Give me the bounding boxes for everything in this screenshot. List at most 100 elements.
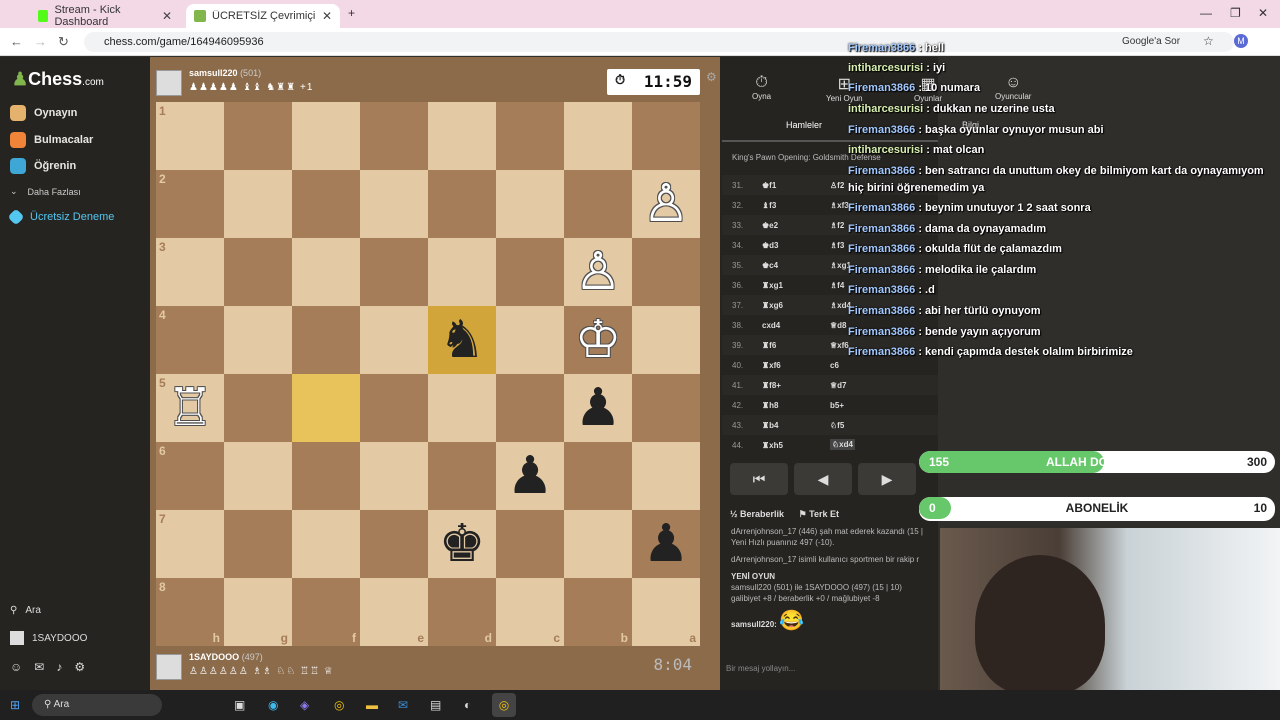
board-square[interactable] (496, 102, 564, 170)
board-square[interactable]: b (564, 578, 632, 646)
board-square[interactable]: ♔ (564, 306, 632, 374)
black-move[interactable]: ♘f5 (830, 421, 844, 430)
board-square[interactable]: ♟ (496, 442, 564, 510)
board-square[interactable]: 7 (156, 510, 224, 578)
board-square[interactable] (632, 238, 700, 306)
board-square[interactable] (632, 306, 700, 374)
tab-play[interactable]: ⏱ Oyna (752, 74, 771, 101)
board-square[interactable] (496, 510, 564, 578)
board-square[interactable] (564, 442, 632, 510)
white-move[interactable]: ♚e2 (762, 221, 778, 230)
black-move[interactable]: b5+ (830, 401, 844, 410)
board-square[interactable] (292, 374, 360, 442)
board-square[interactable] (292, 238, 360, 306)
board-square[interactable]: c (496, 578, 564, 646)
white-king[interactable]: ♔ (564, 306, 632, 374)
board-square[interactable]: ♞ (428, 306, 496, 374)
white-move[interactable]: ♜f8+ (762, 381, 781, 390)
draw-button[interactable]: ½ Beraberlik (730, 509, 784, 519)
chrome-icon[interactable]: ◎ (334, 698, 344, 712)
board-square[interactable] (496, 170, 564, 238)
edge-icon[interactable]: ◉ (268, 698, 278, 712)
mail-icon[interactable]: ✉ (398, 698, 408, 712)
board-square[interactable] (564, 102, 632, 170)
black-king[interactable]: ♚ (428, 510, 496, 578)
board-square[interactable] (360, 170, 428, 238)
sidebar-bottom-icons[interactable]: ☺ ✉ ♪ ⚙ (10, 660, 97, 674)
board-square[interactable]: ♙ (632, 170, 700, 238)
active-chrome-icon[interactable]: ◎ (492, 693, 516, 717)
tab-chess[interactable]: ÜCRETSİZ Çevrimiçi Satranç ✕ (186, 4, 340, 28)
tab-players[interactable]: ☺ Oyuncular (995, 74, 1031, 101)
board-square[interactable] (360, 510, 428, 578)
board-square[interactable] (496, 374, 564, 442)
board-square[interactable] (632, 374, 700, 442)
back-icon[interactable]: ← (10, 34, 23, 49)
white-move[interactable]: ♜b4 (762, 421, 779, 430)
profile-avatar[interactable]: M (1234, 34, 1248, 48)
black-move[interactable]: ♗xf3 (830, 201, 849, 210)
board-square[interactable] (224, 102, 292, 170)
sidebar-search[interactable]: ⚲ Ara (10, 605, 41, 616)
board-square[interactable] (292, 102, 360, 170)
board-square[interactable] (564, 170, 632, 238)
board-square[interactable] (360, 306, 428, 374)
board-square[interactable] (224, 374, 292, 442)
sidebar-item-free-trial[interactable]: Ücretsiz Deneme (7, 208, 120, 226)
new-tab-icon[interactable]: + (348, 6, 355, 20)
white-move[interactable]: ♜xg6 (762, 301, 783, 310)
white-move[interactable]: ♝f3 (762, 201, 776, 210)
white-pawn[interactable]: ♙ (564, 238, 632, 306)
white-rook[interactable]: ♖ (156, 374, 224, 442)
board-square[interactable]: ♙ (564, 238, 632, 306)
chat-input[interactable]: Bir mesaj yollayın... (726, 664, 795, 673)
bell-icon[interactable]: ♪ (56, 660, 74, 674)
black-move[interactable]: ♕d8 (830, 321, 847, 330)
chessboard[interactable]: 1 2 ♙ 3 ♙ 4 ♞ ♔ 5 ♖ ♟ 6 ♟ 7 ♚ ♟ 8 h g f e d c b a (156, 102, 700, 646)
board-square[interactable] (632, 442, 700, 510)
board-square[interactable] (428, 442, 496, 510)
white-move[interactable]: ♚f1 (762, 181, 776, 190)
board-square[interactable]: 6 (156, 442, 224, 510)
black-pawn[interactable]: ♟ (632, 510, 700, 578)
settings-icon[interactable]: ⚙ (706, 70, 717, 84)
board-square[interactable] (428, 374, 496, 442)
restore-icon[interactable]: ❐ (1230, 6, 1241, 20)
board-square[interactable] (224, 510, 292, 578)
board-square[interactable] (632, 102, 700, 170)
board-square[interactable]: 5 ♖ (156, 374, 224, 442)
black-move[interactable]: ♙f2 (830, 181, 844, 190)
sidebar-item-learn[interactable]: Öğrenin (10, 158, 76, 174)
prev-move-button[interactable]: ◀ (794, 463, 852, 495)
sidebar-item-more[interactable]: ⌄ Daha Fazlası (10, 186, 81, 197)
gear-icon[interactable]: ⚙ (74, 660, 97, 674)
white-move[interactable]: ♜xg1 (762, 281, 783, 290)
board-square[interactable] (360, 102, 428, 170)
board-square[interactable]: 1 (156, 102, 224, 170)
white-move[interactable]: ♚c4 (762, 261, 778, 270)
tab-kick-dashboard[interactable]: Stream - Kick Dashboard ✕ (30, 4, 180, 28)
black-move[interactable]: c6 (830, 361, 839, 370)
tab-moves[interactable]: Hamleler (786, 120, 822, 130)
black-move[interactable]: ♗f4 (830, 281, 844, 290)
board-square[interactable]: a (632, 578, 700, 646)
sidebar-item-play[interactable]: Oynayın (10, 105, 77, 121)
player-name[interactable]: samsull220 (501) (189, 68, 261, 78)
black-move[interactable]: ♗f2 (830, 221, 844, 230)
close-icon[interactable]: ✕ (322, 9, 332, 23)
board-square[interactable] (428, 238, 496, 306)
board-square[interactable]: ♚ (428, 510, 496, 578)
white-move[interactable]: cxd4 (762, 321, 780, 330)
board-square[interactable] (496, 238, 564, 306)
url-input[interactable]: chess.com/game/164946095936 (84, 32, 1234, 52)
board-square[interactable]: e (360, 578, 428, 646)
board-square[interactable] (224, 442, 292, 510)
board-square[interactable]: d (428, 578, 496, 646)
white-move[interactable]: ♜xh5 (762, 441, 783, 450)
folder-icon[interactable]: ▬ (366, 698, 378, 712)
board-square[interactable]: ♟ (632, 510, 700, 578)
board-square[interactable] (292, 306, 360, 374)
board-square[interactable] (224, 170, 292, 238)
obs-icon[interactable]: ◐ (464, 698, 471, 712)
black-move[interactable]: ♗f3 (830, 241, 844, 250)
